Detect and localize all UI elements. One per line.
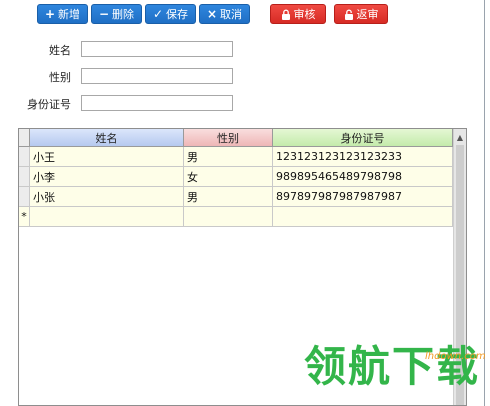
delete-button[interactable]: − 删除 (91, 4, 142, 24)
name-input[interactable] (81, 41, 233, 57)
cell-gender[interactable] (184, 207, 273, 227)
cell-id-number[interactable]: 123123123123123233 (273, 147, 453, 167)
column-header-name[interactable]: 姓名 (30, 129, 184, 147)
id-number-input[interactable] (81, 95, 233, 111)
name-label: 姓名 (49, 44, 71, 57)
gender-input[interactable] (81, 68, 233, 84)
scrollbar-thumb[interactable] (456, 145, 464, 405)
row-header-corner (19, 129, 30, 147)
table-row[interactable]: 小王 男 123123123123123233 (19, 147, 453, 167)
watermark-url: lhdown.com (425, 351, 486, 362)
row-header[interactable] (19, 187, 30, 207)
cell-id-number[interactable]: 989895465489798798 (273, 167, 453, 187)
audit-button[interactable]: 审核 (270, 4, 326, 24)
vertical-scrollbar[interactable]: ▲ (453, 129, 466, 405)
unlock-icon (344, 9, 354, 20)
cell-gender[interactable]: 女 (184, 167, 273, 187)
cancel-button[interactable]: × 取消 (199, 4, 250, 24)
cell-name[interactable] (30, 207, 184, 227)
data-grid[interactable]: 姓名 性别 身份证号 小王 男 123123123123123233 小李 女 … (18, 128, 467, 406)
column-header-id-number[interactable]: 身份证号 (273, 129, 453, 147)
row-header[interactable] (19, 147, 30, 167)
cell-gender[interactable]: 男 (184, 187, 273, 207)
delete-button-label: 删除 (112, 8, 135, 21)
grid-header-row: 姓名 性别 身份证号 (19, 129, 455, 147)
lock-icon (281, 9, 291, 20)
scroll-up-icon[interactable]: ▲ (454, 129, 466, 145)
new-row-marker[interactable]: * (19, 207, 30, 227)
unaudit-button[interactable]: 返审 (334, 4, 388, 24)
save-button[interactable]: ✓ 保存 (145, 4, 196, 24)
cell-name[interactable]: 小张 (30, 187, 184, 207)
id-number-label: 身份证号 (27, 98, 71, 111)
cell-name[interactable]: 小李 (30, 167, 184, 187)
gender-label: 性别 (49, 71, 71, 84)
add-button[interactable]: + 新增 (37, 4, 88, 24)
cancel-button-label: 取消 (220, 8, 243, 21)
check-icon: ✓ (152, 7, 164, 21)
column-header-gender[interactable]: 性别 (184, 129, 273, 147)
cell-id-number[interactable]: 897897987987987987 (273, 187, 453, 207)
unaudit-button-label: 返审 (356, 8, 379, 21)
window-border (484, 0, 485, 406)
plus-icon: + (44, 7, 56, 21)
save-button-label: 保存 (166, 8, 189, 21)
close-icon: × (206, 7, 218, 21)
cell-id-number[interactable] (273, 207, 453, 227)
cell-gender[interactable]: 男 (184, 147, 273, 167)
table-row[interactable]: 小张 男 897897987987987987 (19, 187, 453, 207)
cell-name[interactable]: 小王 (30, 147, 184, 167)
table-row[interactable]: 小李 女 989895465489798798 (19, 167, 453, 187)
row-header[interactable] (19, 167, 30, 187)
audit-button-label: 审核 (293, 8, 316, 21)
minus-icon: − (98, 7, 110, 21)
new-row[interactable]: * (19, 207, 453, 227)
add-button-label: 新增 (58, 8, 81, 21)
